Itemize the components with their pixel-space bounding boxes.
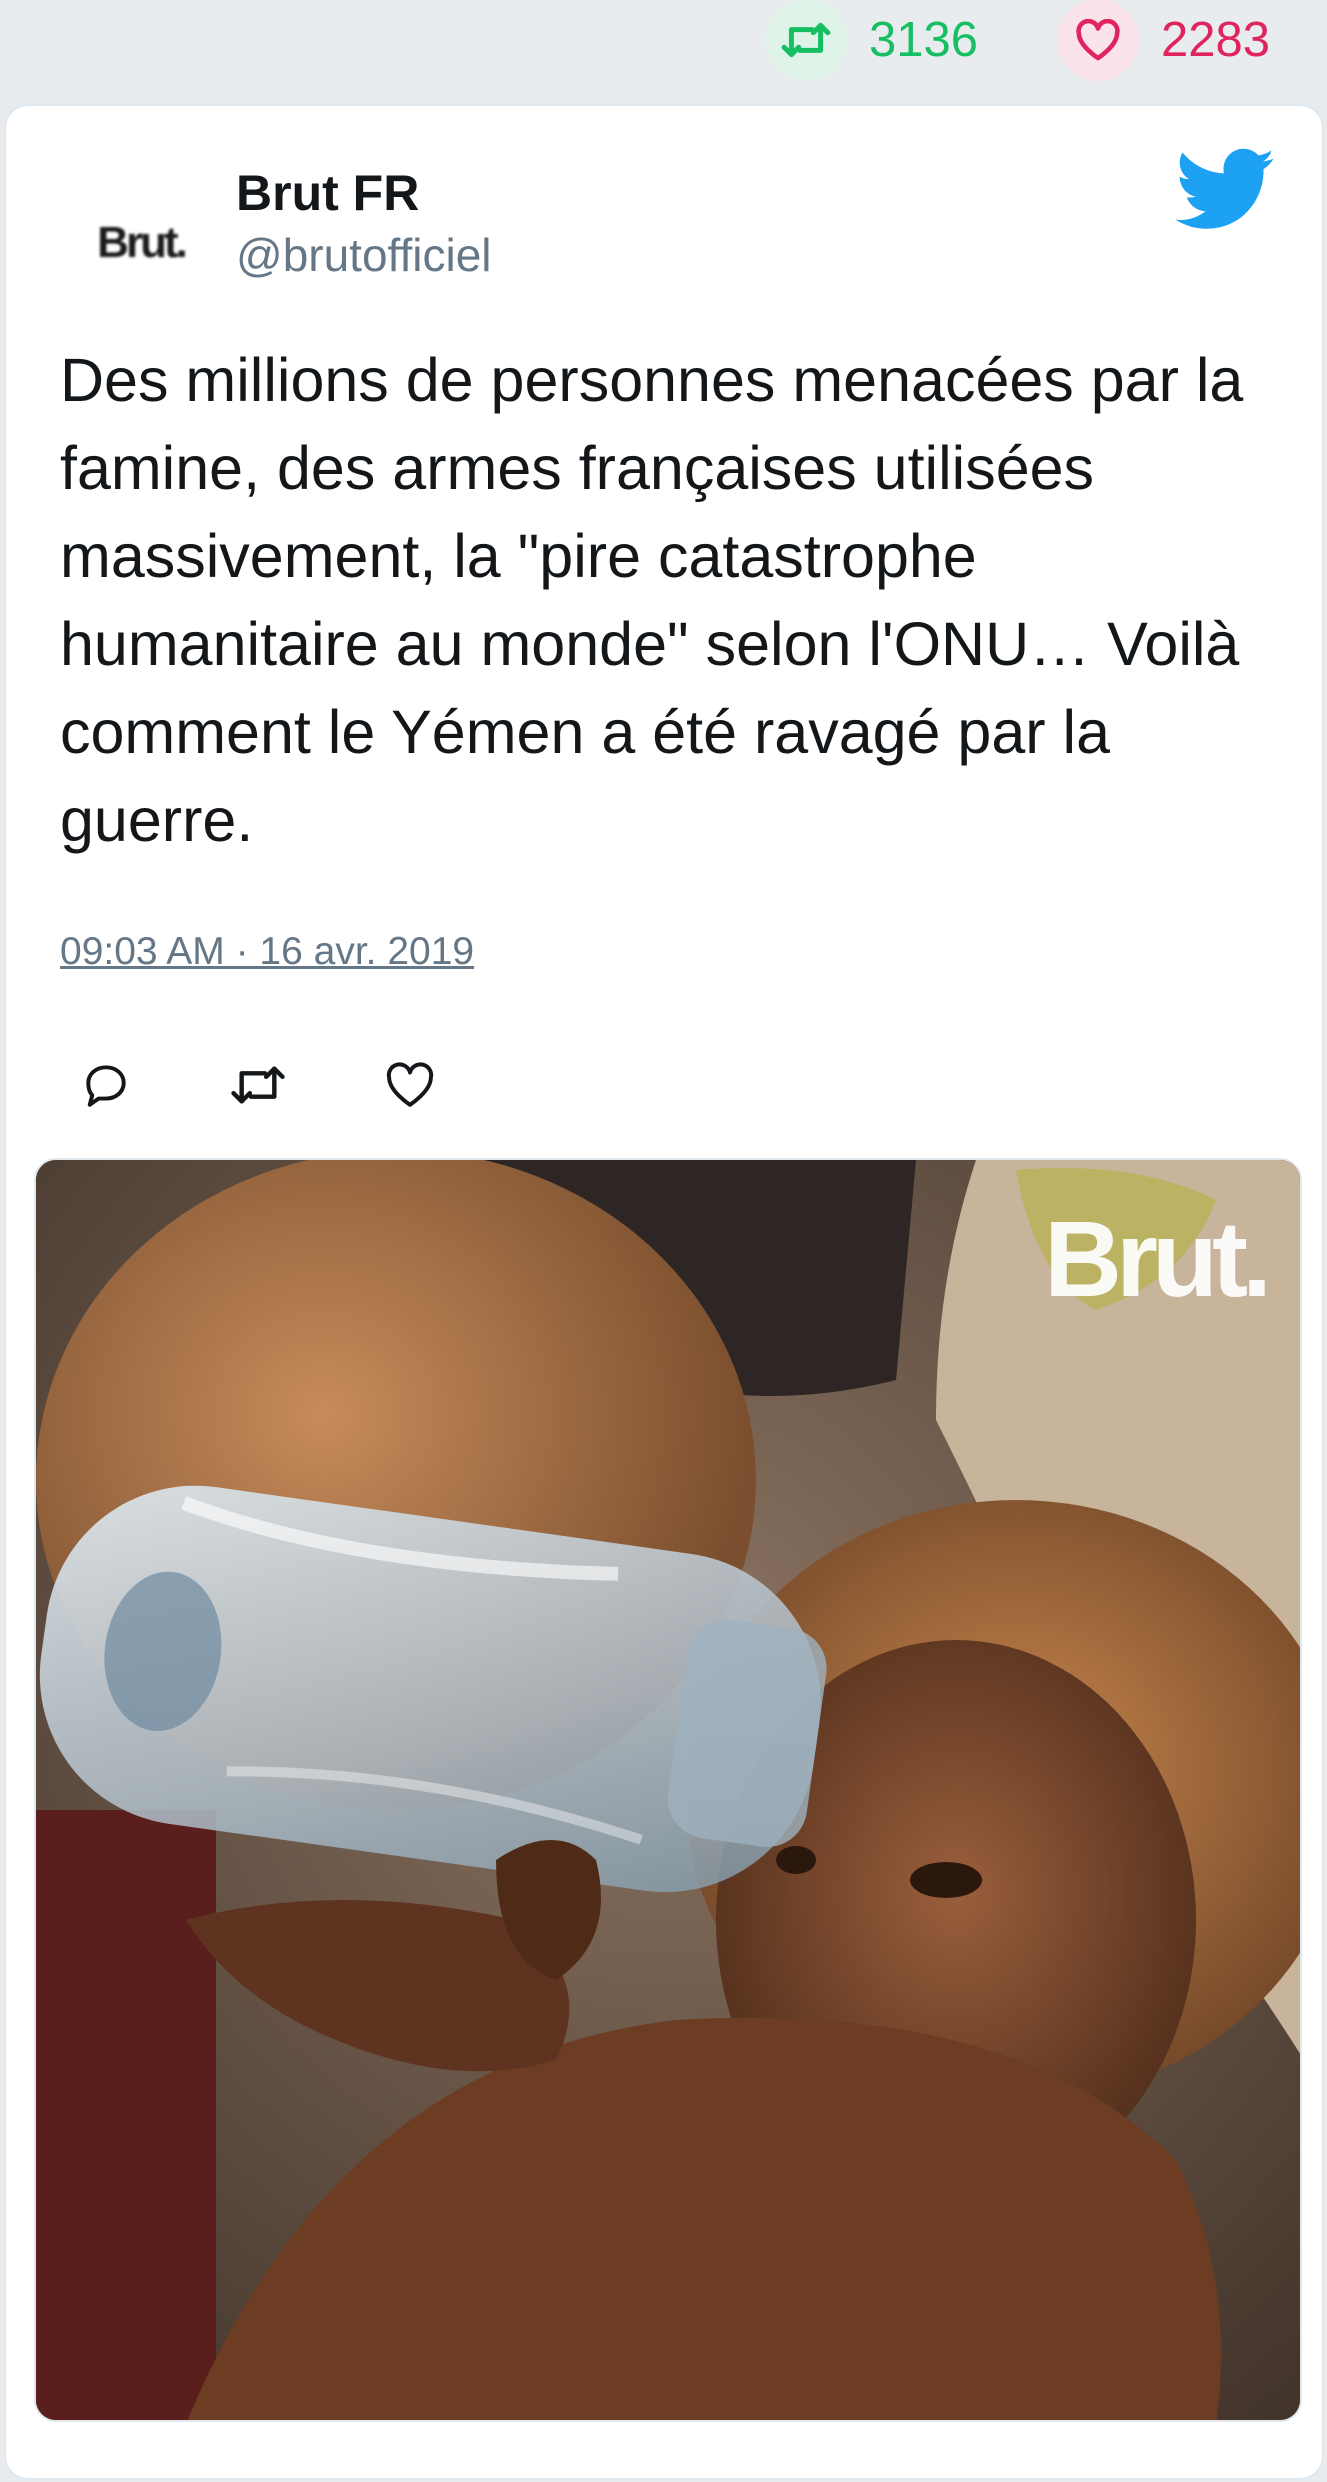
reply-icon[interactable] xyxy=(76,1055,136,1115)
tweet-stats-bar: 3136 2283 xyxy=(0,0,1327,100)
retweet-icon xyxy=(765,0,847,81)
heart-icon xyxy=(1057,0,1139,81)
tweet-actions xyxy=(76,1050,532,1120)
like-count: 2283 xyxy=(1161,13,1271,67)
twitter-bird-icon[interactable] xyxy=(1175,148,1276,232)
author-handle[interactable]: @brutofficiel xyxy=(236,228,492,282)
tweet-card: Brut. Brut FR @brutofficiel Des millions… xyxy=(4,104,1324,2480)
retweet-stat[interactable]: 3136 xyxy=(765,0,979,81)
retweet-icon[interactable] xyxy=(228,1055,288,1115)
like-stat[interactable]: 2283 xyxy=(1057,0,1271,81)
retweet-count: 3136 xyxy=(869,13,979,67)
author-name[interactable]: Brut FR xyxy=(236,164,419,222)
heart-icon[interactable] xyxy=(380,1055,440,1115)
tweet-timestamp[interactable]: 09:03 AM · 16 avr. 2019 xyxy=(60,930,474,974)
media-watermark: Brut. xyxy=(1044,1198,1272,1319)
tweet-media-image[interactable]: Brut. xyxy=(34,1158,1302,2422)
avatar[interactable]: Brut. xyxy=(76,178,206,308)
tweet-text: Des millions de personnes menacées par l… xyxy=(60,346,1244,854)
